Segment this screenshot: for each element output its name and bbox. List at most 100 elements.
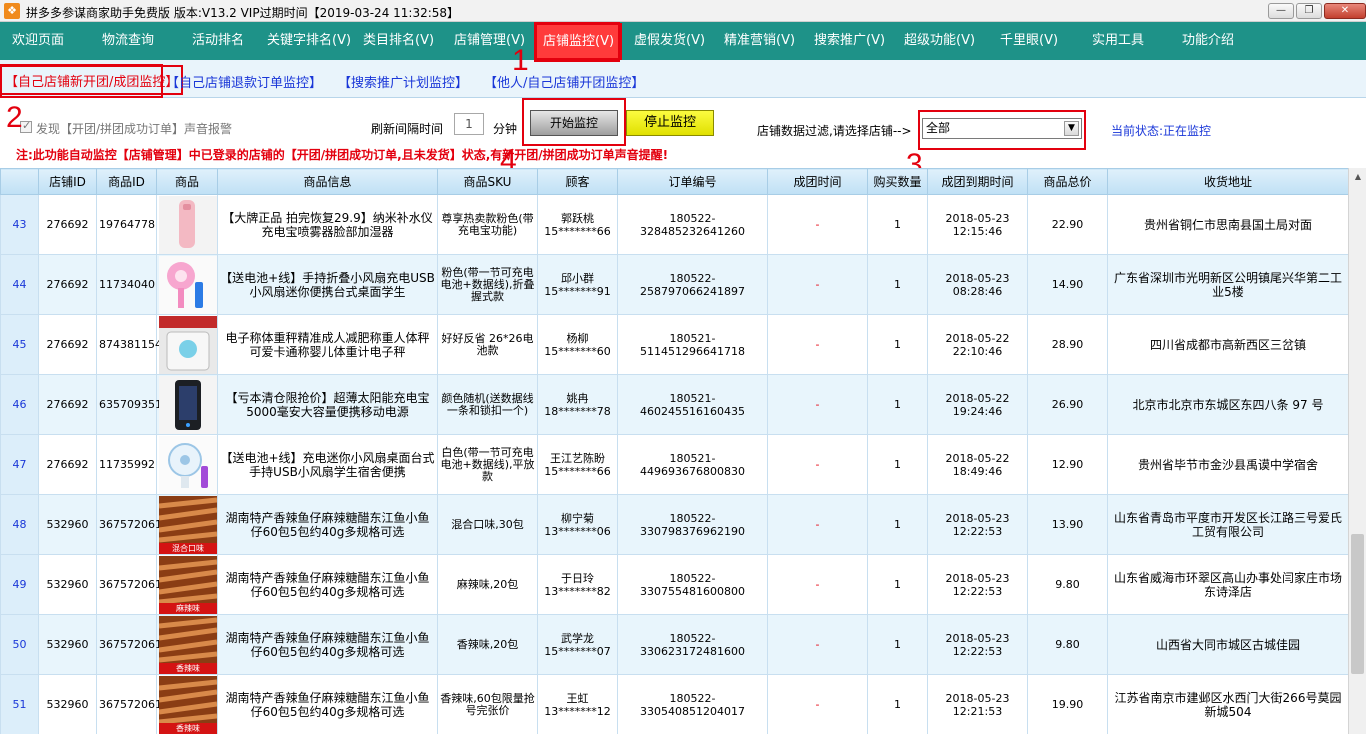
customer-cell: 杨柳 15*******60 — [537, 314, 618, 375]
tab-new-group-monitor[interactable]: 【自己店铺新开团/成团监控】 — [0, 65, 184, 95]
menu-intro[interactable]: 功能介绍 — [1182, 22, 1234, 60]
table-row[interactable]: 43 276692 19764778 【大牌正品 拍完恢复29.9】纳米补水仪充… — [0, 194, 1348, 255]
table-row[interactable]: 47 276692 11735992 【送电池+线】充电迷你小风扇桌面台式手持U… — [0, 434, 1348, 495]
table-row[interactable]: 45 276692 874381154 电子称体重秤精准成人减肥称重人体秤可爱卡… — [0, 314, 1348, 375]
menu-logistics[interactable]: 物流查询 — [102, 22, 154, 60]
menu-category-rank[interactable]: 类目排名(V) — [363, 22, 434, 60]
customer-name: 杨柳 — [566, 331, 589, 345]
table-row[interactable]: 51 532960 367572061 香辣味 湖南特产香辣鱼仔麻辣糖醋东江鱼小… — [0, 674, 1348, 734]
customer-name: 王虹 — [566, 691, 589, 705]
total-cell: 12.90 — [1027, 434, 1108, 495]
row-index: 51 — [0, 674, 39, 734]
col-header-customer[interactable]: 顾客 — [537, 168, 618, 195]
product-flavor-tag: 香辣味 — [159, 662, 217, 674]
col-header-product-info[interactable]: 商品信息 — [217, 168, 438, 195]
shop-id-cell: 532960 — [38, 494, 97, 555]
product-info-cell: 湖南特产香辣鱼仔麻辣糖醋东江鱼小鱼仔60包5包约40g多规格可选 — [217, 674, 438, 734]
address-cell: 贵州省毕节市金沙县禹谟中学宿舍 — [1107, 434, 1348, 495]
product-thumb-cell — [156, 254, 218, 315]
col-header-index[interactable] — [0, 168, 39, 195]
customer-name: 邱小群 — [561, 271, 594, 285]
row-index: 45 — [0, 314, 39, 375]
table-scrollbar[interactable]: ▲ — [1348, 168, 1366, 734]
close-button[interactable]: ✕ — [1324, 3, 1366, 19]
sku-cell: 白色(带一节可充电电池+数据线),平放款 — [437, 434, 538, 495]
product-thumb-cell: 混合口味 — [156, 494, 218, 555]
menu-super-features[interactable]: 超级功能(V) — [904, 22, 975, 60]
expire-date: 2018-05-23 — [945, 691, 1010, 705]
col-header-expire-time[interactable]: 成团到期时间 — [927, 168, 1028, 195]
menu-fake-shipping[interactable]: 虚假发货(V) — [634, 22, 705, 60]
table-row[interactable]: 48 532960 367572061 混合口味 湖南特产香辣鱼仔麻辣糖醋东江鱼… — [0, 494, 1348, 555]
row-index: 50 — [0, 614, 39, 675]
menu-search-promo[interactable]: 搜索推广(V) — [814, 22, 885, 60]
table-row[interactable]: 50 532960 367572061 香辣味 湖南特产香辣鱼仔麻辣糖醋东江鱼小… — [0, 614, 1348, 675]
menu-clairvoyance[interactable]: 千里眼(V) — [1000, 22, 1058, 60]
product-id-cell: 874381154 — [96, 314, 162, 375]
shop-id-cell: 532960 — [38, 554, 97, 615]
col-header-shop-id[interactable]: 店铺ID — [38, 168, 97, 195]
table-row[interactable]: 49 532960 367572061 麻辣味 湖南特产香辣鱼仔麻辣糖醋东江鱼小… — [0, 554, 1348, 615]
minimize-button[interactable]: — — [1268, 3, 1294, 19]
chevron-down-icon[interactable]: ▼ — [1064, 121, 1079, 136]
table-row[interactable]: 46 276692 635709351 【亏本清仓限抢价】超薄太阳能充电宝500… — [0, 374, 1348, 435]
expire-time-cell: 2018-05-22 18:49:46 — [927, 434, 1028, 495]
product-info-cell: 【送电池+线】充电迷你小风扇桌面台式手持USB小风扇学生宿舍便携 — [217, 434, 438, 495]
table-header-row: 店铺ID 商品ID 商品 商品信息 商品SKU 顾客 订单编号 成团时间 购买数… — [0, 168, 1348, 195]
total-cell: 13.90 — [1027, 494, 1108, 555]
customer-cell: 于日玲 13*******82 — [537, 554, 618, 615]
menu-keyword-rank[interactable]: 关键字排名(V) — [267, 22, 351, 60]
address-cell: 四川省成都市高新西区三岔镇 — [1107, 314, 1348, 375]
menu-precision-marketing[interactable]: 精准营销(V) — [724, 22, 795, 60]
expire-clock: 22:10:46 — [952, 344, 1003, 358]
expire-time-cell: 2018-05-22 22:10:46 — [927, 314, 1028, 375]
customer-phone: 15*******07 — [544, 644, 611, 658]
start-monitor-button[interactable]: 开始监控 — [530, 110, 618, 136]
customer-name: 姚冉 — [566, 391, 589, 405]
col-header-group-time[interactable]: 成团时间 — [767, 168, 868, 195]
stop-monitor-button[interactable]: 停止监控 — [626, 110, 714, 136]
product-info-cell: 湖南特产香辣鱼仔麻辣糖醋东江鱼小鱼仔60包5包约40g多规格可选 — [217, 554, 438, 615]
quantity-cell: 1 — [867, 374, 928, 435]
col-header-order-no[interactable]: 订单编号 — [617, 168, 768, 195]
row-index: 47 — [0, 434, 39, 495]
table-row[interactable]: 44 276692 11734040 【送电池+线】手持折叠小风扇充电USB小风… — [0, 254, 1348, 315]
address-cell: 山西省大同市城区古城佳园 — [1107, 614, 1348, 675]
customer-cell: 王虹 13*******12 — [537, 674, 618, 734]
col-header-sku[interactable]: 商品SKU — [437, 168, 538, 195]
app-logo-icon: ❖ — [4, 3, 20, 19]
col-header-address[interactable]: 收货地址 — [1107, 168, 1348, 195]
shop-filter-select[interactable]: 全部 ▼ — [922, 118, 1082, 139]
customer-name: 郭跃桃 — [561, 211, 594, 225]
tab-search-plan-monitor[interactable]: 【搜索推广计划监控】 — [338, 72, 468, 91]
product-info-cell: 【送电池+线】手持折叠小风扇充电USB小风扇迷你便携台式桌面学生 — [217, 254, 438, 315]
menu-welcome[interactable]: 欢迎页面 — [12, 22, 64, 60]
product-image — [159, 375, 217, 434]
menu-tools[interactable]: 实用工具 — [1092, 22, 1144, 60]
col-header-quantity[interactable]: 购买数量 — [867, 168, 928, 195]
scroll-up-icon[interactable]: ▲ — [1350, 168, 1366, 185]
tab-other-shop-monitor[interactable]: 【他人/自己店铺开团监控】 — [484, 72, 644, 91]
quantity-cell: 1 — [867, 434, 928, 495]
col-header-total[interactable]: 商品总价 — [1027, 168, 1108, 195]
total-cell: 22.90 — [1027, 194, 1108, 255]
scroll-thumb[interactable] — [1351, 534, 1364, 674]
maximize-button[interactable]: ❐ — [1296, 3, 1322, 19]
menu-shop-monitor[interactable]: 店铺监控(V) — [535, 23, 623, 60]
product-thumb-cell: 麻辣味 — [156, 554, 218, 615]
interval-unit: 分钟 — [493, 122, 518, 136]
col-header-product-id[interactable]: 商品ID — [96, 168, 157, 195]
customer-name: 柳宁菊 — [561, 511, 594, 525]
group-time-cell: - — [767, 254, 868, 315]
sku-cell: 混合口味,30包 — [437, 494, 538, 555]
interval-label: 刷新间隔时间 — [371, 122, 444, 136]
interval-input[interactable]: 1 — [454, 113, 484, 135]
menu-activity-rank[interactable]: 活动排名 — [192, 22, 244, 60]
col-header-product[interactable]: 商品 — [156, 168, 218, 195]
shop-filter-label: 店铺数据过滤,请选择店铺--> — [757, 124, 912, 138]
shop-id-cell: 276692 — [38, 254, 97, 315]
monitor-status: 当前状态:正在监控 — [1111, 124, 1212, 138]
quantity-cell: 1 — [867, 194, 928, 255]
expire-time-cell: 2018-05-23 12:22:53 — [927, 554, 1028, 615]
tab-refund-monitor[interactable]: 【自己店铺退款订单监控】 — [166, 72, 322, 91]
